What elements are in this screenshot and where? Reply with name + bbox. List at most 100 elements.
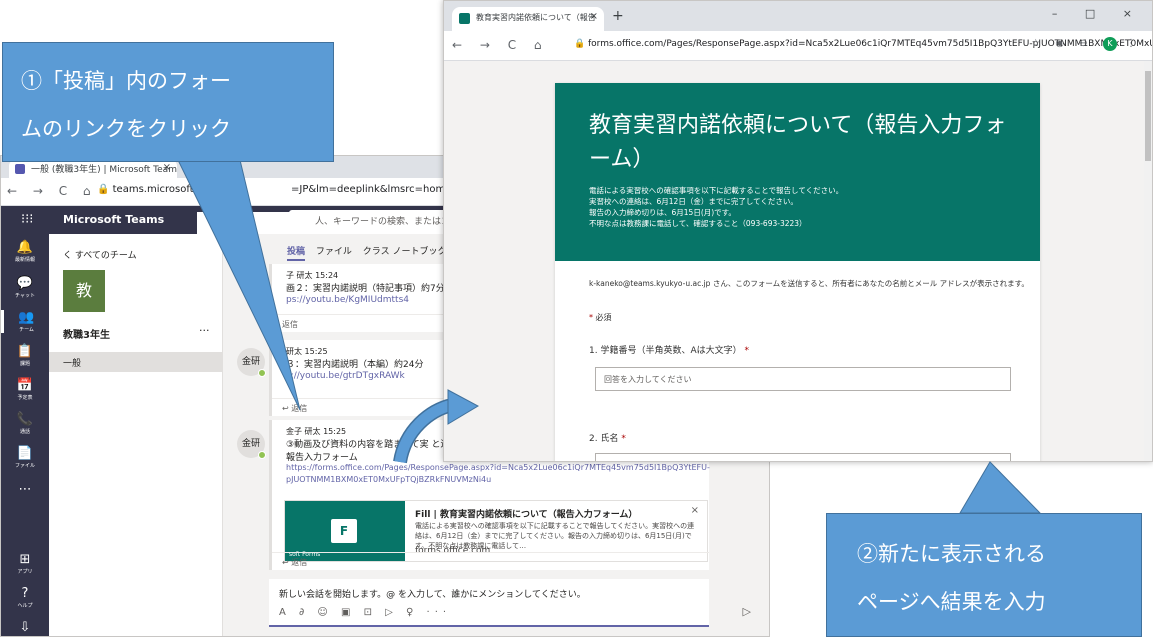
rail-label: 通話 xyxy=(19,429,30,435)
team-more-icon[interactable]: ··· xyxy=(199,324,210,337)
post-text: 画２：実習内諾説明（特記事項）約7分 xyxy=(286,284,445,294)
teams-browser-tab[interactable]: 一般 (教職3年生) | Microsoft Teams × xyxy=(9,160,177,178)
teams-url[interactable]: 🔒 teams.microsoft.com/_?c xyxy=(97,184,237,195)
avatar-initials: 金研 xyxy=(241,439,260,449)
callout-line: ②新たに表示される xyxy=(857,542,1046,566)
more-icon: ⋯ xyxy=(18,482,32,497)
rail-apps[interactable]: ⊞ アプリ xyxy=(1,552,49,575)
rail-label: ヘルプ xyxy=(17,603,33,609)
post-text-2: 報告入力フォーム xyxy=(286,453,358,463)
apps-icon: ⊞ xyxy=(19,552,31,567)
callout-line: ページへ結果を入力 xyxy=(857,590,1046,614)
question-label: 1. 学籍番号（半角英数、Aは大文字） xyxy=(589,346,742,356)
compose-placeholder[interactable]: 新しい会話を開始します。@ を入力して、誰かにメンションしてください。 xyxy=(279,587,586,600)
callout-line: ①「投稿」内のフォー xyxy=(21,69,231,93)
forms-browser-tab[interactable]: 教育実習内諾依頼について（報告 × xyxy=(452,7,604,31)
channel-item-general[interactable]: 一般 xyxy=(49,352,222,372)
post-text: ③動画及び資料の内容を踏まえて実 と連絡 xyxy=(286,440,459,450)
team-name[interactable]: 教職3年生 xyxy=(63,326,110,341)
bookmark-star-icon[interactable]: ☆ ◉ ⊖ xyxy=(1031,38,1093,49)
tab-notebook[interactable]: クラス ノートブック xyxy=(363,247,447,257)
required-star: * xyxy=(744,346,749,356)
preview-title: Fill | 教育実習内諾依頼について（報告入力フォーム） xyxy=(415,510,638,520)
forms-tab-title: 教育実習内諾依頼について（報告 xyxy=(476,13,596,22)
avatar: 金研 xyxy=(237,430,266,459)
assignments-icon: 📋 xyxy=(16,344,34,359)
rail-label: 予定表 xyxy=(17,395,33,401)
teams-icon: 👥 xyxy=(18,310,35,325)
chat-icon: 💬 xyxy=(16,276,34,291)
rail-bell[interactable]: 🔔 最新情報 xyxy=(1,240,49,263)
rail-help[interactable]: ? ヘルプ xyxy=(1,586,49,609)
rail-more[interactable]: ⋯ xyxy=(1,482,49,497)
step2-callout: ②新たに表示される ページへ結果を入力 xyxy=(826,513,1142,637)
send-icon[interactable]: ▷ xyxy=(743,605,751,618)
rail-chat[interactable]: 💬 チャット xyxy=(1,276,49,299)
rail-label: 課題 xyxy=(19,361,30,367)
callout-line: ムのリンクをクリック xyxy=(21,117,231,141)
team-tile[interactable]: 教 xyxy=(63,270,105,312)
form-description: 電話による実習校への確認事項を以下に記載することで報告してください。 実習校への… xyxy=(589,185,843,229)
avatar: 金研 xyxy=(237,348,266,377)
teams-nav-buttons[interactable]: ← → C ⌂ xyxy=(7,184,97,198)
calendar-icon: 📅 xyxy=(16,378,34,393)
rail-files[interactable]: 📄 ファイル xyxy=(1,446,49,469)
compose-toolbar[interactable]: A ∂ ☺ ▣ ⊡ ▷ ♀ ··· xyxy=(279,607,451,618)
rail-teams[interactable]: 👥 チーム xyxy=(1,310,49,333)
rail-label: ファイル xyxy=(14,463,35,469)
form-link-2[interactable]: pJUOTNMM1BXM0xET0MxUFpTQjBZRkFNUVMzNi4u xyxy=(286,475,491,484)
teams-brand: Microsoft Teams xyxy=(63,213,165,226)
forms-nav-buttons[interactable]: ← → C ⌂ xyxy=(452,38,549,52)
app-launcher-icon[interactable]: ⁝⁝⁝ xyxy=(21,212,33,227)
browser-menu-icon[interactable]: ⋮ xyxy=(1126,38,1142,49)
scrollbar-thumb[interactable] xyxy=(1145,71,1151,161)
rail-label: アプリ xyxy=(17,569,33,575)
all-teams-link[interactable]: く すべてのチーム xyxy=(63,248,137,261)
form-desc-line: 報告の入力締め切りは、6月15日(月)です。 xyxy=(589,208,736,217)
question-name: 2. 氏名 * xyxy=(589,431,626,444)
post-author: 研太 15:25 xyxy=(286,347,328,356)
rail-label: チャット xyxy=(15,293,35,299)
student-id-input[interactable]: 回答を入力してください xyxy=(595,367,1011,391)
rail-label: チーム xyxy=(19,327,34,333)
forms-new-tab-icon[interactable]: + xyxy=(612,8,624,24)
teams-app-rail: 🔔 最新情報 💬 チャット 👥 チーム 📋 課題 📅 予定表 📞 通話 📄 ファイル ⋯ ⊞ アプリ? ヘルプ ⇩ xyxy=(1,234,49,636)
avatar-initials: 金研 xyxy=(241,357,260,367)
files-icon: 📄 xyxy=(16,446,34,461)
preview-close-icon[interactable]: × xyxy=(691,505,699,516)
presence-available-icon xyxy=(258,451,266,459)
lock-icon: 🔒 xyxy=(574,39,586,49)
page-scrollbar[interactable] xyxy=(1144,61,1152,461)
tab-posts[interactable]: 投稿 xyxy=(287,247,306,261)
post-link[interactable]: s://youtu.be/gtrDTgxRAWk xyxy=(286,371,405,381)
teams-tab-close-icon[interactable]: × xyxy=(163,162,171,173)
forms-tab-close-icon[interactable]: × xyxy=(590,11,598,22)
teams-tab-title: 一般 (教職3年生) | Microsoft Teams xyxy=(31,165,177,175)
forms-tab-strip: 教育実習内諾依頼について（報告 × + – □ × xyxy=(444,1,1152,31)
phone-icon: 📞 xyxy=(16,412,34,427)
compose-box[interactable]: 新しい会話を開始します。@ を入力して、誰かにメンションしてください。 A ∂ … xyxy=(269,579,751,627)
help-icon: ? xyxy=(21,586,29,601)
window-controls[interactable]: – □ × xyxy=(1052,7,1144,20)
rail-download[interactable]: ⇩ xyxy=(1,620,49,635)
teams-favicon-icon xyxy=(15,164,25,174)
reply-button[interactable]: ↩ 返信 xyxy=(272,552,709,570)
tab-files[interactable]: ファイル xyxy=(316,247,352,257)
form-link[interactable]: https://forms.office.com/Pages/ResponseP… xyxy=(286,463,710,472)
post-link[interactable]: ps://youtu.be/KgMIUdmtts4 xyxy=(286,295,409,305)
forms-logo-icon: F xyxy=(331,519,357,543)
post-author: 金子 研太 15:25 xyxy=(286,427,347,436)
step1-callout: ①「投稿」内のフォー ムのリンクをクリック xyxy=(2,42,334,162)
form-desc-line: 実習校への連絡は、6月12日（金）までに完了してください。 xyxy=(589,197,798,206)
rail-assignments[interactable]: 📋 課題 xyxy=(1,344,49,367)
profile-avatar[interactable]: K xyxy=(1102,37,1117,51)
rail-calendar[interactable]: 📅 予定表 xyxy=(1,378,49,401)
rail-phone[interactable]: 📞 通話 xyxy=(1,412,49,435)
browser-extensions: ☆ ◉ ⊖ K ⋮ xyxy=(1031,37,1142,51)
post-author: 子 研太 15:24 xyxy=(286,271,339,280)
form-title: 教育実習内諾依頼について（報告入力フォーム） xyxy=(589,113,1007,172)
form-desc-line: 電話による実習校への確認事項を以下に記載することで報告してください。 xyxy=(589,186,844,195)
download-icon: ⇩ xyxy=(19,620,31,635)
form-header: 教育実習内諾依頼について（報告入力フォーム） 電話による実習校への確認事項を以下… xyxy=(555,83,1040,261)
name-input[interactable] xyxy=(595,453,1011,461)
